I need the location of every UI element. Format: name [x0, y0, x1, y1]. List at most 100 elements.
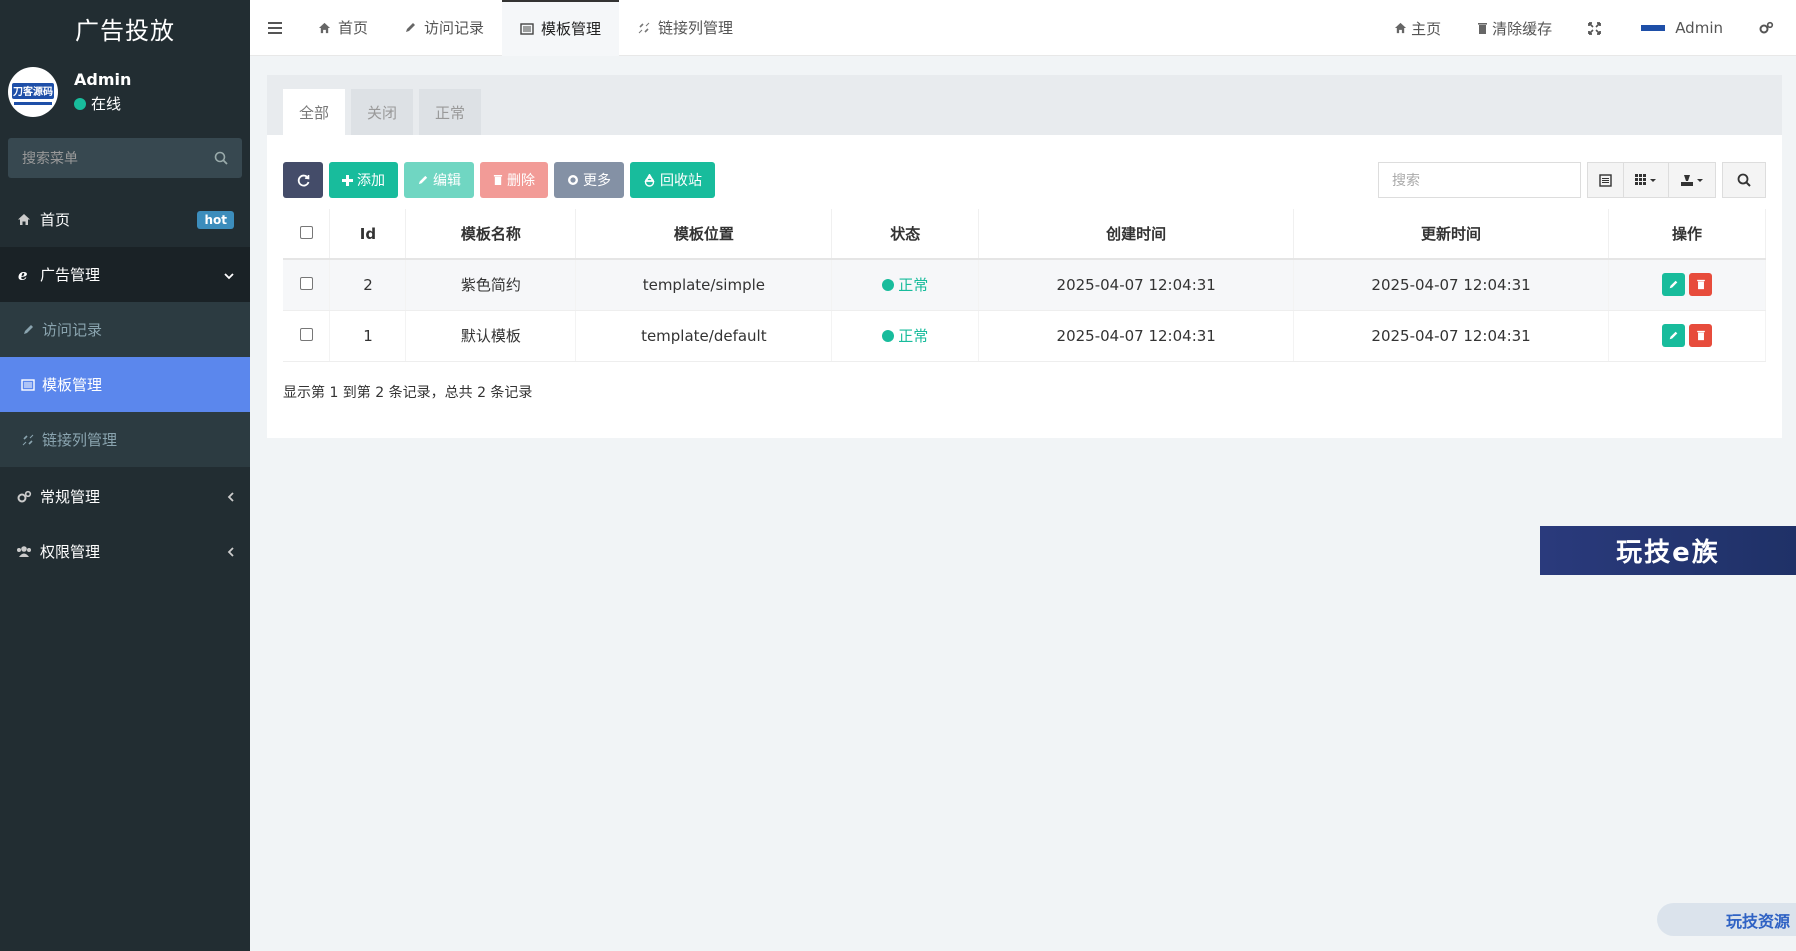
sidebar-item-permission-management[interactable]: 权限管理: [0, 524, 250, 579]
cell-id: 2: [329, 259, 407, 311]
tab-link-management[interactable]: 链接列管理: [619, 0, 751, 56]
sidebar-toggle-button[interactable]: [250, 0, 300, 56]
watermark-corner-badge: 玩技资源: [1657, 903, 1796, 936]
home-icon: [1394, 22, 1407, 34]
cell-name: 紫色简约: [405, 259, 577, 311]
col-status[interactable]: 状态: [831, 209, 980, 260]
edit-button[interactable]: 编辑: [404, 162, 474, 198]
status-dot-icon: [882, 278, 895, 291]
col-created[interactable]: 创建时间: [978, 209, 1295, 260]
view-options-group: [1587, 162, 1716, 198]
sidebar-item-ad-management[interactable]: e 广告管理: [0, 247, 250, 302]
chevron-down-icon: [224, 266, 234, 284]
row-delete-button[interactable]: [1689, 273, 1712, 297]
col-name[interactable]: 模板名称: [405, 209, 577, 260]
fullscreen-button[interactable]: [1570, 0, 1623, 56]
app-logo[interactable]: 广告投放: [0, 0, 250, 56]
row-select-cell[interactable]: [283, 310, 331, 362]
sidebar-item-template-management[interactable]: 模板管理: [0, 357, 250, 412]
sidebar-item-home[interactable]: 首页 hot: [0, 192, 250, 247]
tab-normal[interactable]: 正常: [419, 89, 482, 135]
top-navbar: 首页 访问记录 模板管理 链接列管理 主页 清除缓存 Admin: [250, 0, 1796, 56]
settings-button[interactable]: [1741, 0, 1796, 56]
cell-path: template/default: [575, 310, 833, 362]
row-checkbox[interactable]: [299, 276, 313, 290]
expand-icon: [1588, 21, 1602, 35]
select-all-checkbox[interactable]: [299, 225, 313, 239]
row-edit-button[interactable]: [1662, 273, 1685, 297]
table-toolbar: 添加 编辑 删除 更多 回收站 搜索: [283, 162, 1766, 198]
col-path[interactable]: 模板位置: [575, 209, 833, 260]
col-updated[interactable]: 更新时间: [1293, 209, 1609, 260]
user-status: 在线: [74, 93, 131, 114]
tab-template-management[interactable]: 模板管理: [502, 0, 620, 56]
toolbar-right: 搜索: [1378, 162, 1766, 198]
add-button[interactable]: 添加: [329, 162, 398, 198]
cell-id: 1: [329, 310, 407, 362]
cogs-icon: [16, 490, 32, 504]
sidebar-item-link-management[interactable]: 链接列管理: [0, 412, 250, 467]
trash-icon: [493, 174, 503, 186]
user-panel: 刀客源码 Admin 在线: [0, 56, 250, 128]
chevron-left-icon: [227, 488, 234, 506]
template-table: Id 模板名称 模板位置 状态 创建时间 更新时间 操作 2 紫色简约 temp…: [283, 209, 1766, 362]
columns-dropdown-button[interactable]: [1624, 163, 1669, 197]
admin-user-menu[interactable]: Admin: [1623, 0, 1741, 56]
sidebar-item-general-management[interactable]: 常规管理: [0, 469, 250, 524]
menu-search-input[interactable]: 搜索菜单: [8, 138, 242, 178]
users-icon: [16, 545, 32, 558]
pagination-summary: 显示第 1 到第 2 条记录，总共 2 条记录: [283, 385, 533, 401]
trash-icon: [1696, 280, 1705, 290]
sidebar-item-visit-log[interactable]: 访问记录: [0, 302, 250, 357]
export-icon: [1681, 174, 1703, 186]
cog-icon: [567, 174, 579, 186]
cell-updated: 2025-04-07 12:04:31: [1293, 259, 1609, 311]
home-link[interactable]: 主页: [1376, 0, 1459, 56]
more-button[interactable]: 更多: [554, 162, 624, 198]
watermark-banner: 玩技e族: [1540, 526, 1796, 575]
trash-icon: [1696, 330, 1705, 341]
clear-cache-button[interactable]: 清除缓存: [1459, 0, 1570, 56]
table-row[interactable]: 2 紫色简约 template/simple 正常 2025-04-07 12:…: [283, 259, 1766, 311]
col-id[interactable]: Id: [329, 209, 407, 260]
cell-status: 正常: [831, 259, 980, 311]
home-icon: [16, 213, 32, 226]
svg-text:刀客源码: 刀客源码: [13, 85, 53, 98]
row-checkbox[interactable]: [299, 327, 313, 341]
toggle-view-button[interactable]: [1588, 163, 1624, 197]
table-row[interactable]: 1 默认模板 template/default 正常 2025-04-07 12…: [283, 310, 1766, 362]
home-icon: [318, 22, 331, 34]
tab-visit-log[interactable]: 访问记录: [386, 0, 502, 56]
list-alt-icon: [520, 22, 534, 35]
sidebar: 广告投放 刀客源码 Admin 在线 搜索菜单 首页 hot e 广告管理 访问…: [0, 0, 250, 951]
table-search-input[interactable]: 搜索: [1378, 162, 1581, 198]
status-badge: 正常: [882, 274, 928, 295]
list-view-icon: [1599, 173, 1612, 187]
cogs-icon: [1759, 21, 1774, 35]
pencil-icon: [1669, 280, 1678, 289]
refresh-button[interactable]: [283, 162, 323, 198]
cell-name: 默认模板: [405, 310, 577, 362]
tab-closed[interactable]: 关闭: [351, 89, 414, 135]
tab-home[interactable]: 首页: [300, 0, 386, 56]
delete-button[interactable]: 删除: [480, 162, 548, 198]
search-icon: [1737, 173, 1751, 187]
pencil-icon: [1669, 331, 1678, 340]
recycle-bin-button[interactable]: 回收站: [630, 162, 715, 198]
svg-text:e: e: [18, 267, 28, 282]
tab-all[interactable]: 全部: [283, 89, 346, 135]
pencil-icon: [404, 21, 417, 34]
cell-actions: [1608, 310, 1766, 362]
ad-management-submenu: 访问记录 模板管理 链接列管理: [0, 302, 250, 467]
trash-icon: [1477, 22, 1488, 35]
advanced-search-button[interactable]: [1722, 162, 1766, 198]
content-panel: 全部 关闭 正常 添加 编辑 删除 更多 回收站 搜索 Id 模板名称 模板位置…: [267, 75, 1782, 438]
row-select-cell[interactable]: [283, 259, 331, 311]
select-all-cell[interactable]: [283, 209, 331, 260]
col-actions: 操作: [1608, 209, 1766, 260]
unlink-icon: [20, 433, 36, 447]
avatar: 刀客源码: [8, 67, 58, 117]
row-edit-button[interactable]: [1662, 324, 1685, 347]
export-dropdown-button[interactable]: [1669, 163, 1715, 197]
row-delete-button[interactable]: [1689, 324, 1712, 347]
